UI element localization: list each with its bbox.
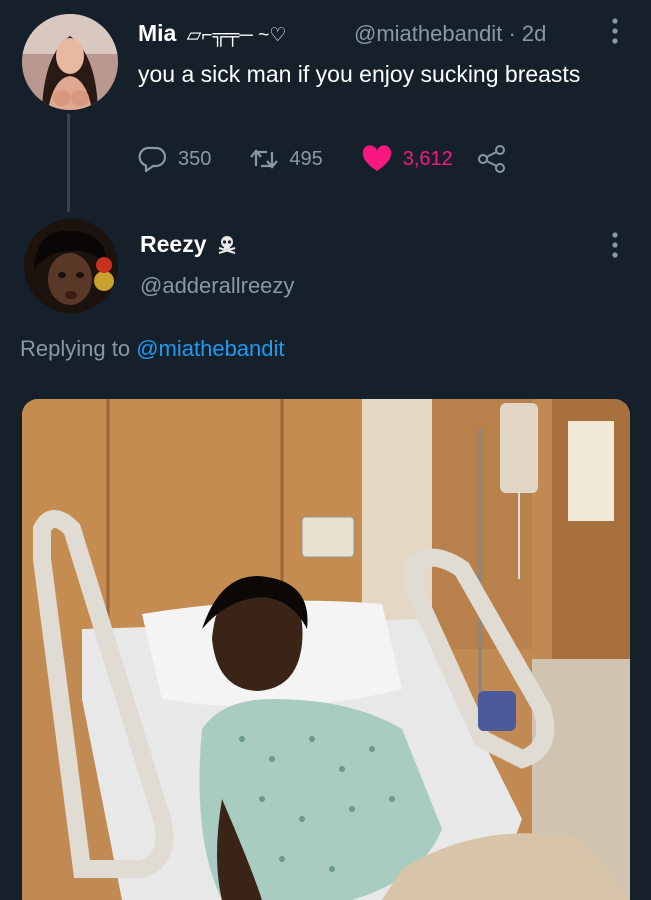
more-options-icon[interactable] — [608, 232, 622, 258]
name-decoration: ▱⌐╦╤─ ~♡ — [186, 25, 287, 46]
hospital-bed-photo — [22, 399, 630, 900]
separator-dot: · — [508, 21, 516, 46]
author-name-text: Mia — [138, 20, 177, 46]
tweet-author-handle[interactable]: @adderallreezy — [140, 273, 294, 299]
reply-count: 350 — [178, 147, 212, 170]
heart-icon — [362, 145, 391, 171]
replying-to-handle-link[interactable]: @miathebandit — [136, 336, 284, 361]
tweet-text: you a sick man if you enjoy sucking brea… — [138, 61, 581, 87]
author-name-text: Reezy — [140, 231, 207, 257]
skull-crossbones-icon — [217, 233, 237, 260]
retweet-icon — [250, 149, 279, 169]
retweet-count: 495 — [289, 147, 323, 170]
tweet-author-handle[interactable]: @miathebandit — [354, 21, 502, 46]
more-options-icon[interactable] — [608, 18, 622, 44]
replying-prefix: Replying to — [20, 336, 131, 361]
avatar[interactable] — [24, 219, 118, 313]
reply-icon — [138, 146, 167, 173]
reply-button[interactable]: 350 — [138, 145, 211, 173]
retweet-button[interactable]: 495 — [249, 146, 323, 172]
like-count: 3,612 — [402, 147, 453, 170]
share-button[interactable] — [477, 145, 517, 173]
replying-to: Replying to @miathebandit — [20, 336, 285, 362]
like-button[interactable]: 3,612 — [361, 145, 453, 173]
tweet-timestamp[interactable]: 2d — [522, 21, 546, 46]
tweet-author-name[interactable]: Mia ▱⌐╦╤─ ~♡ — [138, 20, 286, 47]
tweet-actions: 350 495 3,612 — [138, 141, 517, 177]
avatar[interactable] — [22, 14, 118, 110]
tweet-media-image[interactable] — [22, 399, 630, 900]
thread-line — [67, 114, 70, 212]
tweet-author-name[interactable]: Reezy — [140, 231, 237, 260]
avatar-photo — [22, 14, 118, 110]
avatar-photo — [24, 219, 118, 313]
share-icon — [477, 145, 505, 173]
